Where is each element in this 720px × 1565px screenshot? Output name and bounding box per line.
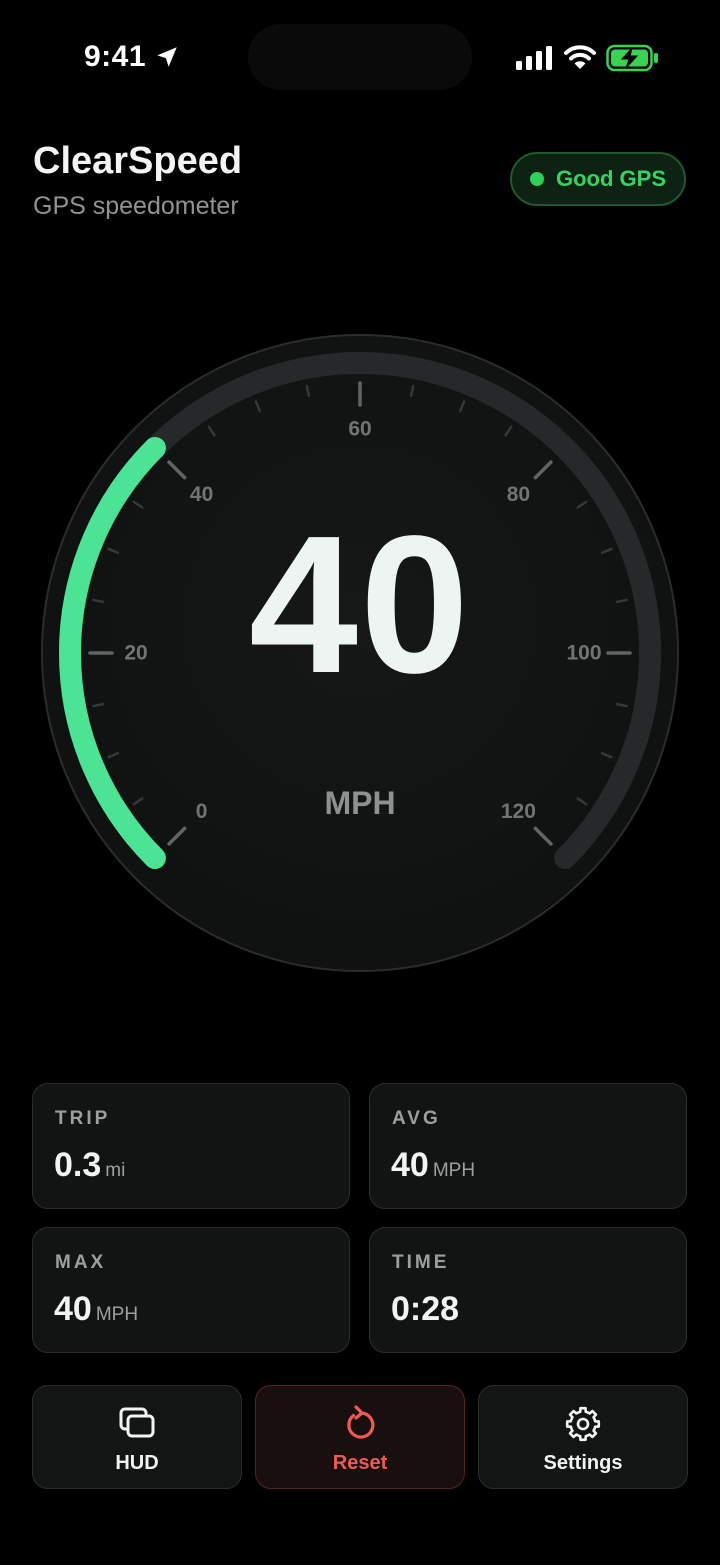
current-speed: 40 (248, 495, 471, 714)
gauge-tick-label: 80 (507, 483, 530, 506)
trip-label: TRIP (55, 1108, 111, 1129)
cellular-signal-icon (516, 46, 552, 70)
location-arrow-icon (157, 47, 177, 67)
settings-button-label: Settings (543, 1452, 623, 1474)
time-card: TIME 0:28 (369, 1227, 687, 1353)
max-value: 40 (54, 1290, 92, 1328)
hud-button[interactable]: HUD (32, 1385, 242, 1489)
max-value-row: 40 MPH (54, 1290, 138, 1329)
gauge-tick-label: 60 (348, 418, 371, 441)
trip-unit: mi (105, 1160, 126, 1181)
avg-card: AVG 40 MPH (369, 1083, 687, 1209)
time-value-row: 0:28 (391, 1290, 459, 1329)
avg-value-row: 40 MPH (391, 1146, 475, 1185)
hud-windows-icon (119, 1407, 155, 1438)
hud-button-label: HUD (115, 1452, 159, 1474)
reset-rotate-icon (347, 1405, 375, 1439)
app-subtitle: GPS speedometer (33, 192, 239, 220)
gauge-tick-label: 120 (501, 800, 536, 823)
settings-button[interactable]: Settings (478, 1385, 688, 1489)
gauge-tick-label: 0 (196, 800, 208, 823)
max-card: MAX 40 MPH (32, 1227, 350, 1353)
time-label: TIME (392, 1252, 450, 1273)
trip-value-row: 0.3 mi (54, 1146, 125, 1185)
reset-button-label: Reset (332, 1452, 388, 1474)
time-value: 0:28 (391, 1290, 460, 1328)
avg-value: 40 (391, 1146, 429, 1184)
trip-value: 0.3 (54, 1146, 102, 1184)
max-label: MAX (55, 1252, 107, 1273)
gauge-tick-label: 20 (124, 642, 147, 665)
reset-button[interactable]: Reset (255, 1385, 465, 1489)
avg-unit: MPH (432, 1160, 476, 1181)
wifi-icon (564, 45, 596, 69)
speed-unit: MPH (324, 785, 396, 821)
status-time: 9:41 (84, 40, 147, 73)
gps-status-dot (530, 172, 544, 186)
gps-status-badge[interactable]: Good GPS (510, 152, 686, 206)
dynamic-island (248, 24, 472, 90)
app-title: ClearSpeed (33, 140, 243, 182)
gear-icon (565, 1406, 601, 1442)
gauge-tick-label: 100 (566, 642, 601, 665)
gps-status-label: Good GPS (556, 166, 666, 191)
max-unit: MPH (95, 1304, 139, 1325)
trip-card: TRIP 0.3 mi (32, 1083, 350, 1209)
gauge-tick-label: 40 (190, 483, 213, 506)
battery-charging-icon (606, 44, 658, 72)
avg-label: AVG (392, 1108, 441, 1129)
